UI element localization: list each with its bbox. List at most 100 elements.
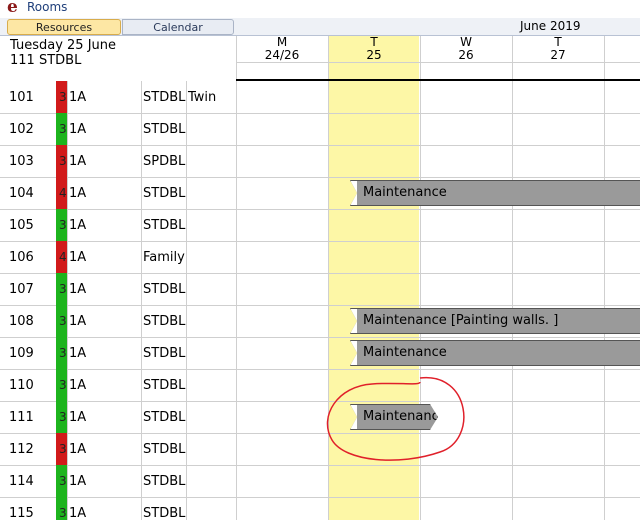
room-row[interactable]: 111 3 1A STDBL [0, 401, 236, 433]
room-number: 111 [9, 410, 34, 425]
room-status-code: 3 [59, 154, 67, 168]
room-row[interactable]: 104 4 1A STDBL [0, 177, 236, 209]
room-status-code: 3 [59, 218, 67, 232]
room-number: 109 [9, 346, 34, 361]
selected-room: 111 STDBL [10, 53, 82, 68]
today-column-highlight [328, 36, 419, 520]
room-row[interactable]: 106 4 1A Family [0, 241, 236, 273]
day-column-divider [236, 36, 237, 520]
room-row[interactable]: 101 3 1A STDBL Twin [0, 81, 236, 113]
room-number: 112 [9, 442, 34, 457]
room-floor: 1A [69, 186, 87, 201]
app-logo-icon: e [7, 0, 18, 17]
room-row[interactable]: 109 3 1A STDBL [0, 337, 236, 369]
room-row[interactable]: 107 3 1A STDBL [0, 273, 236, 305]
room-status-code: 3 [59, 282, 67, 296]
day-column-divider [512, 36, 513, 520]
room-status-code: 3 [59, 506, 67, 520]
room-calendar-grid: M 24/26 T 25 W 26 T 27 101 3 1A STDBL Twin 102 3 1A STDB… [0, 36, 640, 520]
room-extra-info: Twin [188, 90, 217, 105]
room-status-code: 3 [59, 378, 67, 392]
room-number: 108 [9, 314, 34, 329]
room-floor: 1A [69, 346, 87, 361]
room-type: STDBL [143, 122, 186, 137]
booking-bar[interactable]: Maintenance [Painting walls. ] [350, 308, 640, 334]
room-row[interactable]: 108 3 1A STDBL [0, 305, 236, 337]
room-status-code: 3 [59, 474, 67, 488]
room-floor: 1A [69, 410, 87, 425]
room-floor: 1A [69, 474, 87, 489]
room-floor: 1A [69, 218, 87, 233]
room-number: 106 [9, 250, 34, 265]
room-status-code: 3 [59, 90, 67, 104]
room-type: STDBL [143, 378, 186, 393]
room-type: STDBL [143, 90, 186, 105]
room-row[interactable]: 102 3 1A STDBL [0, 113, 236, 145]
room-number: 115 [9, 506, 34, 520]
room-floor: 1A [69, 122, 87, 137]
day-header[interactable]: W 26 [420, 36, 512, 62]
room-number: 102 [9, 122, 34, 137]
room-floor: 1A [69, 506, 87, 520]
room-floor: 1A [69, 250, 87, 265]
selection-info: Tuesday 25 June 111 STDBL [10, 38, 116, 68]
room-floor: 1A [69, 442, 87, 457]
room-row[interactable]: 112 3 1A STDBL [0, 433, 236, 465]
day-header[interactable]: M 24/26 [236, 36, 328, 62]
title-bar: e Rooms [0, 0, 640, 17]
day-column-divider [328, 36, 329, 520]
room-type: STDBL [143, 506, 186, 520]
day-header[interactable]: T 27 [512, 36, 604, 62]
room-number: 104 [9, 186, 34, 201]
room-number: 103 [9, 154, 34, 169]
room-status-code: 3 [59, 442, 67, 456]
booking-bar[interactable]: Maintenanc [350, 404, 438, 430]
selected-date: Tuesday 25 June [10, 38, 117, 53]
room-floor: 1A [69, 314, 87, 329]
room-status-code: 3 [59, 314, 67, 328]
room-type: STDBL [143, 218, 186, 233]
room-number: 107 [9, 282, 34, 297]
booking-bar[interactable]: Maintenance [350, 180, 640, 206]
day-column-divider [604, 36, 605, 520]
room-type: SPDBL [143, 154, 186, 169]
room-type: STDBL [143, 282, 186, 297]
room-status-code: 3 [59, 410, 67, 424]
room-number: 101 [9, 90, 34, 105]
booking-bar[interactable]: Maintenance [350, 340, 640, 366]
window-title: Rooms [27, 0, 68, 14]
room-type: STDBL [143, 186, 186, 201]
day-date: 24/26 [264, 48, 300, 62]
day-date: 26 [458, 48, 474, 62]
room-row[interactable]: 105 3 1A STDBL [0, 209, 236, 241]
view-tab-bar: Resources Calendar June 2019 [0, 18, 640, 36]
room-type: STDBL [143, 410, 186, 425]
room-status-code: 4 [59, 250, 67, 264]
day-date: 27 [550, 48, 566, 62]
month-label: June 2019 [520, 19, 581, 33]
room-status-code: 4 [59, 186, 67, 200]
room-floor: 1A [69, 282, 87, 297]
room-type: STDBL [143, 474, 186, 489]
room-status-code: 3 [59, 346, 67, 360]
tab-resources[interactable]: Resources [7, 19, 121, 35]
day-column-divider [420, 36, 421, 520]
room-number: 110 [9, 378, 34, 393]
room-type: STDBL [143, 442, 186, 457]
room-row[interactable]: 114 3 1A STDBL [0, 465, 236, 497]
header-divider [236, 62, 640, 63]
room-row[interactable]: 110 3 1A STDBL [0, 369, 236, 401]
room-type: STDBL [143, 314, 186, 329]
room-row[interactable]: 103 3 1A SPDBL [0, 145, 236, 177]
room-floor: 1A [69, 90, 87, 105]
day-header[interactable]: T 25 [328, 36, 420, 62]
room-number: 114 [9, 474, 34, 489]
room-number: 105 [9, 218, 34, 233]
tab-calendar[interactable]: Calendar [122, 19, 234, 35]
header-bottom-rule [236, 79, 640, 81]
room-row[interactable]: 115 3 1A STDBL [0, 497, 236, 520]
day-date: 25 [366, 48, 382, 62]
room-floor: 1A [69, 154, 87, 169]
room-type: STDBL [143, 346, 186, 361]
room-floor: 1A [69, 378, 87, 393]
